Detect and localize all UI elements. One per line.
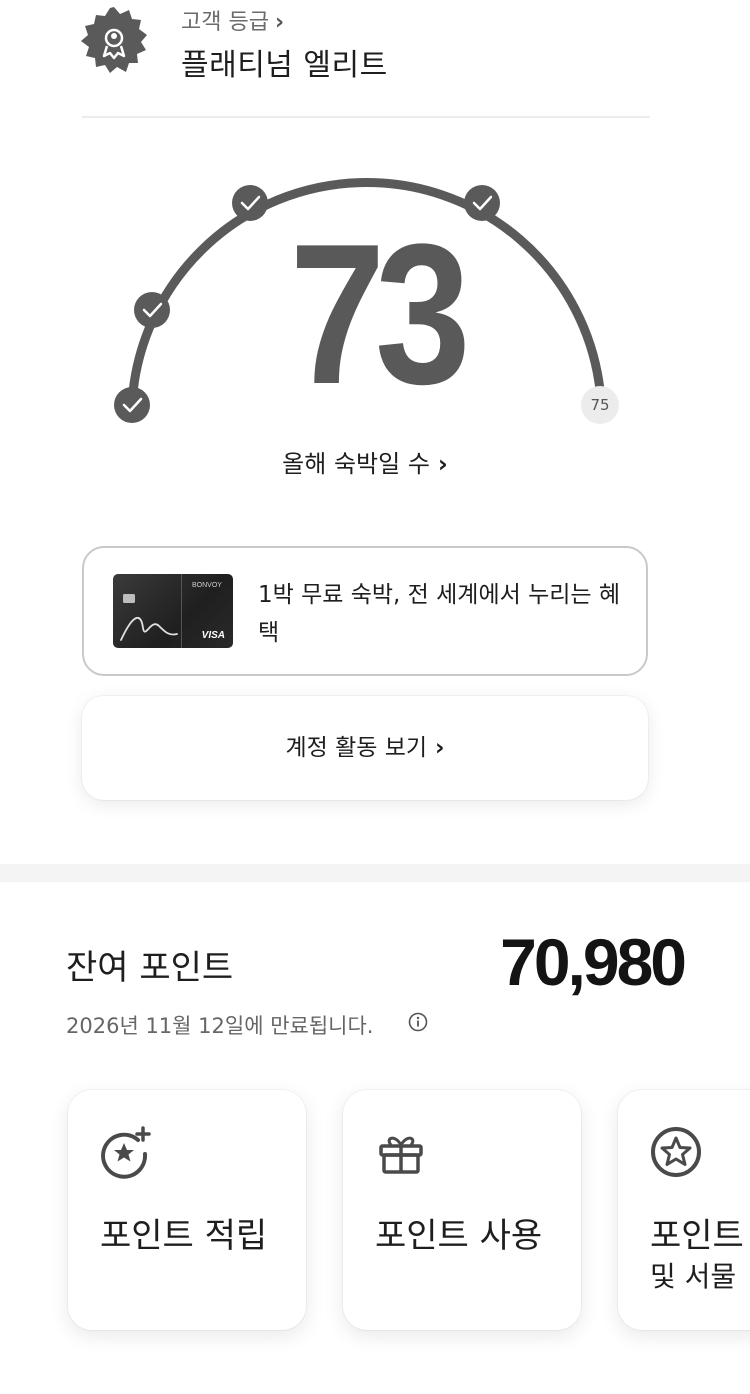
star-circle-icon: [651, 1127, 701, 1177]
points-label: 잔여 포인트: [66, 948, 234, 988]
nights-link-label: 올해 숙박일 수: [282, 450, 430, 478]
view-account-activity-button[interactable]: 계정 활동 보기 ›: [82, 696, 648, 800]
card-art: BONVOY VISA: [120, 574, 225, 648]
milestone-check-icon: [134, 292, 170, 328]
nights-this-year-link[interactable]: 올해 숙박일 수 ›: [200, 444, 530, 479]
chevron-right-icon: ›: [437, 450, 448, 478]
action-label: 포인트 사용: [375, 1216, 543, 1256]
points-balance: 70,980: [500, 925, 687, 999]
nights-target-badge: 75: [581, 386, 619, 424]
points-gift-card[interactable]: 포인트 및 서물: [618, 1090, 750, 1330]
milestone-check-icon: [464, 185, 500, 221]
earn-points-card[interactable]: 포인트 적립: [68, 1090, 306, 1330]
action-label-line2: 및 서물: [650, 1260, 737, 1293]
credit-card-image: BONVOY VISA: [113, 574, 233, 648]
card-logo: BONVOY: [192, 582, 222, 589]
action-label: 포인트 적립: [100, 1216, 268, 1256]
star-plus-icon: [101, 1126, 151, 1179]
nights-count: 73: [289, 203, 471, 426]
card-brand: VISA: [202, 630, 225, 641]
info-icon[interactable]: [408, 1012, 428, 1032]
section-divider: [0, 864, 750, 882]
redeem-points-card[interactable]: 포인트 사용: [343, 1090, 581, 1330]
action-label: 포인트: [650, 1216, 744, 1256]
milestone-check-icon: [114, 387, 150, 423]
account-button-label: 계정 활동 보기: [285, 735, 428, 761]
promo-text: 1박 무료 숙박, 전 세계에서 누리는 혜택: [258, 582, 621, 646]
milestone-check-icon: [232, 185, 268, 221]
points-expiry-text: 2026년 11월 12일에 만료됩니다.: [66, 1014, 374, 1038]
gift-icon: [379, 1136, 423, 1174]
chevron-right-icon: ›: [435, 735, 445, 761]
